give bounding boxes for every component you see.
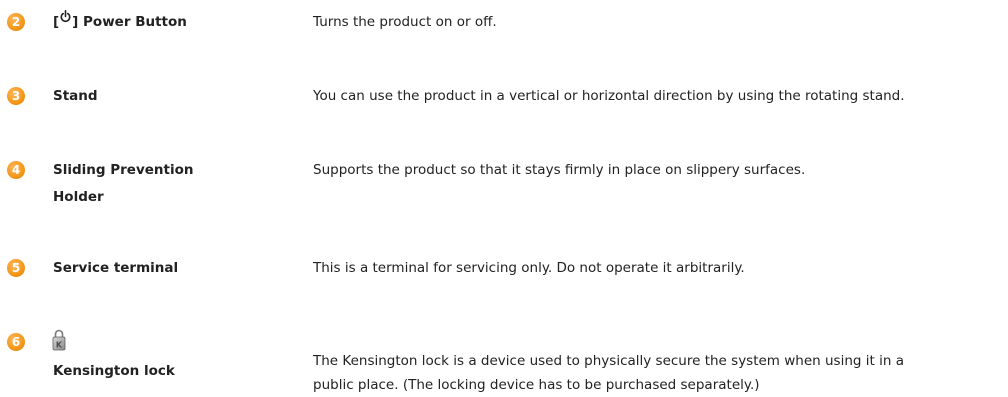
power-icon — [60, 10, 71, 23]
term-line-2: Holder — [53, 189, 104, 205]
description-line-1: The Kensington lock is a device used to … — [313, 353, 904, 369]
description-stand: You can use the product in a vertical or… — [313, 88, 905, 104]
number-badge: 3 — [7, 87, 25, 105]
number-badge: 4 — [7, 161, 25, 179]
term-stand: Stand — [53, 88, 98, 104]
number-badge: 6 — [7, 333, 25, 351]
description-sliding-prevention-holder: Supports the product so that it stays fi… — [313, 162, 806, 178]
term-power-button: [ ] Power Button — [53, 10, 253, 34]
kensington-lock-icon: K — [52, 329, 66, 351]
term-suffix: ] Power Button — [72, 14, 187, 30]
term-kensington-lock: Kensington lock — [53, 363, 175, 379]
description-kensington-lock: The Kensington lock is a device used to … — [313, 349, 1003, 397]
term-prefix: [ — [53, 14, 60, 30]
number-badge: 2 — [7, 13, 25, 31]
svg-text:K: K — [56, 341, 63, 350]
description-service-terminal: This is a terminal for servicing only. D… — [313, 260, 745, 276]
term-sliding-prevention-holder: Sliding Prevention Holder — [53, 158, 253, 209]
term-service-terminal: Service terminal — [53, 260, 179, 276]
term-line-1: Sliding Prevention — [53, 162, 194, 178]
number-badge: 5 — [7, 259, 25, 277]
description-line-2: public place. (The locking device has to… — [313, 377, 760, 393]
description-power-button: Turns the product on or off. — [313, 14, 497, 30]
